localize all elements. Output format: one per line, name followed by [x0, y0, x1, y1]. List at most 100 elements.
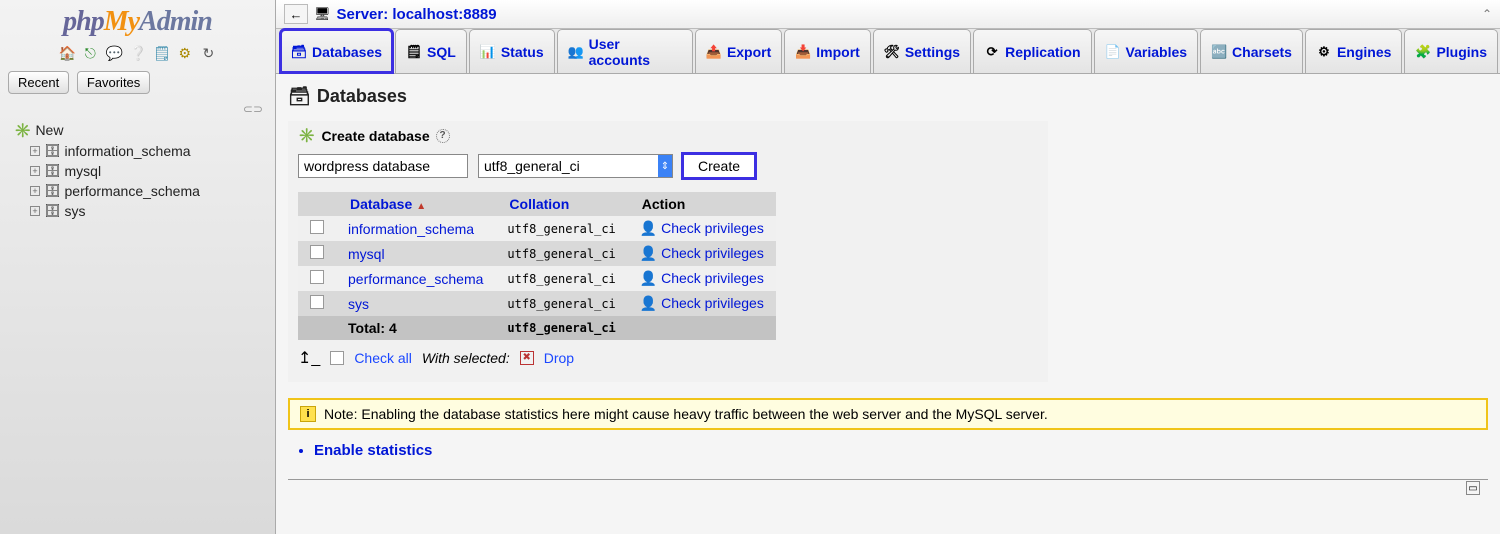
collapse-icon[interactable]: ⌃	[1482, 7, 1492, 21]
expand-icon[interactable]: +	[30, 206, 40, 216]
check-privileges-link[interactable]: Check privileges	[661, 220, 764, 236]
tab-variables[interactable]: 📄 Variables	[1094, 29, 1199, 73]
tree-item-information-schema[interactable]: + 🗄 information_schema	[8, 141, 267, 161]
row-checkbox[interactable]	[310, 270, 324, 284]
tab-plugins[interactable]: 🧩 Plugins	[1404, 29, 1498, 73]
check-privileges-link[interactable]: Check privileges	[661, 295, 764, 311]
sql-icon: 🗒	[406, 44, 422, 60]
tab-import[interactable]: 📥 Import	[784, 29, 871, 73]
note-box: i Note: Enabling the database statistics…	[288, 398, 1488, 430]
row-checkbox[interactable]	[310, 295, 324, 309]
bottom-separator: ▭	[288, 479, 1488, 499]
create-button[interactable]: Create	[683, 154, 755, 178]
settings-icon: 🛠	[884, 44, 900, 60]
db-link[interactable]: sys	[348, 296, 369, 312]
create-database-panel: ✳️ Create database ? utf8_general_ci ⇕ C…	[288, 121, 1048, 382]
reload-icon[interactable]: ↻	[200, 45, 216, 61]
table-row: information_schema utf8_general_ci 👤 Che…	[298, 216, 776, 241]
new-db-icon: ✳️	[14, 122, 31, 139]
table-row: sys utf8_general_ci 👤 Check privileges	[298, 291, 776, 316]
check-privileges-link[interactable]: Check privileges	[661, 270, 764, 286]
database-icon: 🗄	[44, 183, 61, 199]
sql-small-icon[interactable]: 🗒	[153, 45, 169, 61]
drop-link[interactable]: Drop	[544, 350, 574, 366]
col-collation[interactable]: Collation	[495, 192, 627, 216]
main: ← 🖥 Server: localhost:8889 ⌃ 🗃 Databases…	[276, 0, 1500, 534]
privileges-icon: 👤	[640, 220, 657, 236]
row-checkbox[interactable]	[310, 245, 324, 259]
sidebar-tabs: Recent Favorites	[8, 71, 267, 94]
collation-value: utf8_general_ci	[495, 241, 627, 266]
check-all-link[interactable]: Check all	[354, 350, 412, 366]
create-db-heading: Create database	[321, 128, 429, 144]
expand-icon[interactable]: +	[30, 186, 40, 196]
table-total-row: Total: 4 utf8_general_ci	[298, 316, 776, 340]
db-link[interactable]: performance_schema	[348, 271, 483, 287]
db-link[interactable]: mysql	[348, 246, 385, 262]
page-title: 🗃 Databases	[288, 86, 1488, 107]
docs-icon[interactable]: ❔	[130, 45, 146, 61]
tab-status[interactable]: 📊 Status	[469, 29, 555, 73]
tree-item-sys[interactable]: + 🗄 sys	[8, 201, 267, 221]
tab-settings[interactable]: 🛠 Settings	[873, 29, 971, 73]
table-row: mysql utf8_general_ci 👤 Check privileges	[298, 241, 776, 266]
sql-icon[interactable]: 💬	[106, 45, 122, 61]
db-tree: ✳️ New + 🗄 information_schema + 🗄 mysql …	[8, 120, 267, 221]
tab-user-accounts[interactable]: 👥 User accounts	[557, 29, 693, 73]
info-icon: i	[300, 406, 316, 422]
database-icon: 🗄	[44, 163, 61, 179]
row-checkbox[interactable]	[310, 220, 324, 234]
privileges-icon: 👤	[640, 245, 657, 261]
status-icon: 📊	[480, 44, 496, 60]
help-icon[interactable]: ?	[436, 129, 450, 143]
settings-icon[interactable]: ⚙	[177, 45, 193, 61]
chevron-updown-icon: ⇕	[658, 155, 672, 177]
tab-replication[interactable]: ⟳ Replication	[973, 29, 1091, 73]
back-button[interactable]: ←	[284, 4, 308, 24]
collation-value: utf8_general_ci	[495, 216, 627, 241]
import-icon: 📥	[795, 44, 811, 60]
tab-engines[interactable]: ⚙ Engines	[1305, 29, 1402, 73]
databases-icon: 🗃	[291, 44, 307, 60]
sidebar-toolbar: 🏠 ⎋ 💬 ❔ 🗒 ⚙ ↻	[8, 44, 267, 61]
phpmyadmin-logo[interactable]: phpMyAdmin	[8, 6, 267, 38]
expand-icon[interactable]: +	[30, 146, 40, 156]
tree-new[interactable]: ✳️ New	[8, 120, 267, 141]
link-icon[interactable]: ⊂⊃	[8, 102, 263, 116]
expand-icon[interactable]: +	[30, 166, 40, 176]
topbar: ← 🖥 Server: localhost:8889 ⌃	[276, 0, 1500, 29]
tab-sql[interactable]: 🗒 SQL	[395, 29, 467, 73]
databases-icon: 🗃	[288, 86, 311, 107]
tab-favorites[interactable]: Favorites	[77, 71, 150, 94]
database-icon: 🗄	[44, 143, 61, 159]
export-icon: 📤	[706, 44, 722, 60]
variables-icon: 📄	[1105, 44, 1121, 60]
tab-charsets[interactable]: 🔤 Charsets	[1200, 29, 1303, 73]
col-database[interactable]: Database▲	[336, 192, 495, 216]
tab-export[interactable]: 📤 Export	[695, 29, 782, 73]
tab-recent[interactable]: Recent	[8, 71, 69, 94]
db-link[interactable]: information_schema	[348, 221, 474, 237]
sidebar: phpMyAdmin 🏠 ⎋ 💬 ❔ 🗒 ⚙ ↻ Recent Favorite…	[0, 0, 276, 534]
nav-tabs: 🗃 Databases 🗒 SQL 📊 Status 👥 User accoun…	[276, 29, 1500, 74]
collation-select[interactable]: utf8_general_ci ⇕	[478, 154, 673, 178]
tab-databases[interactable]: 🗃 Databases	[280, 29, 393, 73]
drop-icon: ✖	[520, 351, 534, 365]
check-privileges-link[interactable]: Check privileges	[661, 245, 764, 261]
page-settings-icon[interactable]: ▭	[1466, 481, 1480, 495]
users-icon: 👥	[568, 44, 584, 60]
db-name-input[interactable]	[298, 154, 468, 178]
enable-statistics-link[interactable]: Enable statistics	[314, 442, 1488, 459]
note-text: Note: Enabling the database statistics h…	[324, 406, 1048, 422]
tree-item-performance-schema[interactable]: + 🗄 performance_schema	[8, 181, 267, 201]
check-all-checkbox[interactable]	[330, 351, 344, 365]
plugins-icon: 🧩	[1415, 44, 1431, 60]
privileges-icon: 👤	[640, 270, 657, 286]
exit-icon[interactable]: ⎋	[82, 45, 98, 61]
server-link[interactable]: Server: localhost:8889	[337, 6, 497, 23]
home-icon[interactable]: 🏠	[59, 45, 75, 61]
database-icon: 🗄	[44, 203, 61, 219]
engines-icon: ⚙	[1316, 44, 1332, 60]
tree-item-mysql[interactable]: + 🗄 mysql	[8, 161, 267, 181]
databases-table: Database▲ Collation Action information_s…	[298, 192, 776, 340]
